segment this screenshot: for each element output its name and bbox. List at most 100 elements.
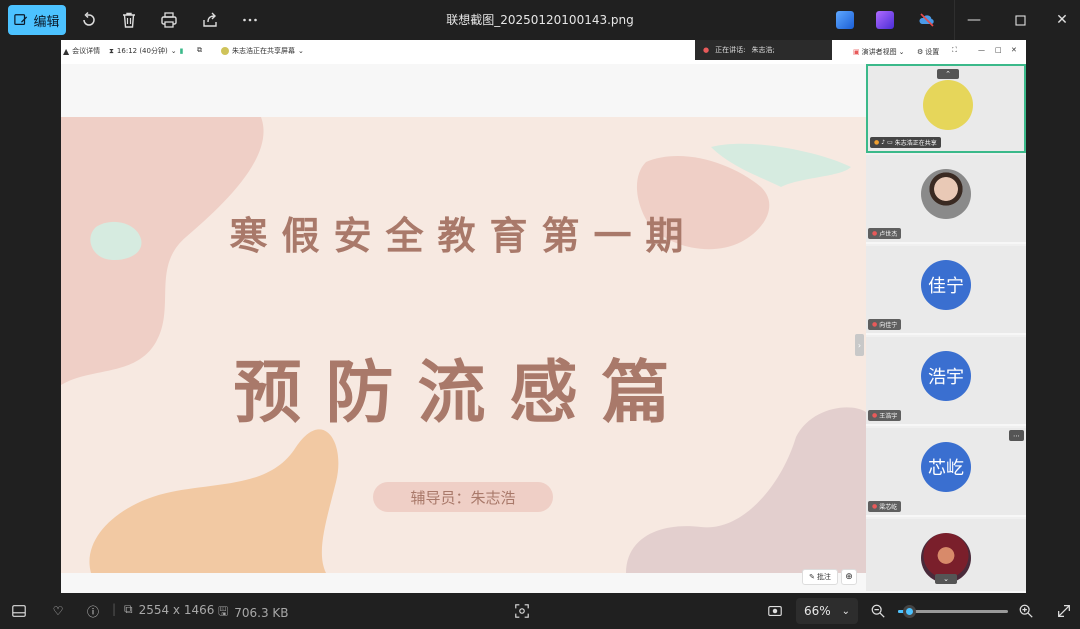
chevron-down-icon: ⌄ (298, 47, 304, 55)
participant-tile[interactable]: ⌃ ● ♪ ▭ 朱志浩正在共享 (866, 64, 1026, 153)
sharing-status[interactable]: 朱志浩正在共享屏幕 ⌄ (221, 46, 304, 56)
fullscreen-expand-icon[interactable] (1054, 601, 1074, 621)
panel-collapse-handle[interactable]: › (855, 334, 864, 356)
screen-share-icon: ▭ (887, 139, 893, 146)
disk-icon: 🖫 (218, 604, 229, 618)
mic-icon: ● (703, 46, 710, 54)
slide-zoom-icon[interactable]: ⊕ (841, 569, 857, 585)
participant-name: 王浩宇 (879, 413, 898, 420)
print-icon[interactable] (158, 9, 180, 31)
actual-size-icon[interactable] (765, 601, 785, 621)
settings-button[interactable]: ⚙ 设置 (917, 47, 939, 57)
zoom-level-text: 66% (804, 604, 831, 618)
zoom-out-icon[interactable] (868, 601, 888, 621)
file-size-text: 706.3 KB (234, 605, 289, 620)
zoom-slider-thumb[interactable] (903, 605, 916, 618)
image-editor-app-icon[interactable] (836, 11, 854, 29)
meeting-details-label: 会议详情 (72, 47, 101, 55)
mic-muted-icon: ● (872, 321, 878, 328)
participant-avatar (923, 80, 973, 130)
meeting-time: 16:12 (40分钟) (116, 47, 168, 55)
status-divider: | (112, 602, 117, 616)
sharing-label: 朱志浩正在共享屏幕 (232, 47, 295, 55)
edit-button[interactable]: 编辑 (8, 5, 66, 35)
filmstrip-icon[interactable] (9, 601, 29, 621)
gear-icon: ⚙ (917, 48, 924, 56)
mic-icon: ♪ (881, 139, 886, 146)
participant-name: 梁芯屹 (879, 504, 898, 511)
edit-image-icon (14, 14, 28, 25)
fullscreen-icon[interactable]: ⛶ (952, 46, 957, 55)
participants-panel: ⌃ ● ♪ ▭ 朱志浩正在共享 ● 卢世杰 佳宁 ● 向佳宁 浩宇 ● 王浩宇 … (866, 64, 1026, 593)
chevron-down-icon: ⌄ (170, 47, 177, 55)
meeting-details[interactable]: ▲ 会议详情 (63, 46, 100, 56)
rotate-icon[interactable] (78, 9, 100, 31)
info-icon[interactable]: ⓘ (83, 601, 103, 621)
dimensions-text: 2554 x 1466 (138, 602, 215, 617)
meeting-timer[interactable]: ⧗ 16:12 (40分钟) ⌄ ▮ (109, 46, 183, 56)
cloud-offline-icon[interactable] (916, 9, 938, 31)
minimize-button[interactable]: — (964, 10, 984, 30)
presenter-view-label: 演讲者视图 (861, 48, 897, 56)
speaking-name: 朱志浩; (751, 46, 775, 54)
speaking-label: 正在讲话: (715, 46, 746, 54)
more-options-icon[interactable] (239, 9, 261, 31)
maximize-button[interactable] (1010, 10, 1030, 30)
video-editor-app-icon[interactable] (876, 11, 894, 29)
scroll-up-icon[interactable]: ⌃ (937, 69, 959, 79)
participant-tile[interactable]: 佳宁 ● 向佳宁 (866, 246, 1026, 335)
participant-tile[interactable]: 浩宇 ● 王浩宇 (866, 337, 1026, 426)
scroll-down-icon[interactable]: ⌄ (935, 574, 957, 584)
settings-label: 设置 (925, 48, 940, 56)
bottom-status-bar: ♡ ⓘ | ⧉ 2554 x 1466 🖫 706.3 KB 66% ⌄ (0, 593, 1080, 629)
delete-icon[interactable] (118, 9, 140, 31)
share-icon[interactable] (199, 9, 221, 31)
more-options-icon[interactable]: ⋯ (1009, 430, 1024, 441)
photo-viewer-window: 编辑 联想截图_20250120100143.png — ✕ ▲ 会议详情 ⧗ … (0, 0, 1080, 629)
participant-name: 朱志浩正在共享 (894, 140, 937, 147)
open-external-icon[interactable]: ⧉ (197, 46, 202, 55)
participant-name-tag: ● 卢世杰 (868, 228, 902, 239)
signal-icon: ▮ (179, 47, 184, 55)
sharer-avatar-icon (221, 47, 229, 55)
presenter-view-icon: ▣ (853, 48, 860, 56)
participant-tile[interactable]: ⌄ (866, 519, 1026, 593)
file-size: 🖫 706.3 KB (218, 602, 289, 623)
chevron-down-icon: ⌄ (841, 605, 850, 617)
favorite-heart-icon[interactable]: ♡ (48, 601, 68, 621)
participant-tile[interactable]: ● 卢世杰 (866, 155, 1026, 244)
meeting-close-button[interactable]: ✕ (1011, 46, 1017, 54)
zoom-in-icon[interactable] (1016, 601, 1036, 621)
toolbar-divider (954, 0, 955, 40)
slide-title-line2: 预防流感篇 (233, 353, 694, 433)
dimensions-icon: ⧉ (124, 602, 133, 616)
meeting-minimize-button[interactable]: — (978, 46, 985, 54)
meeting-maximize-button[interactable]: □ (995, 46, 1002, 54)
meeting-top-bar: ▲ 会议详情 ⧗ 16:12 (40分钟) ⌄ ▮ ⧉ 朱志浩正在共享屏幕 ⌄ … (61, 40, 1026, 64)
shared-screen-area: 寒假安全教育第一期 预防流感篇 辅导员：朱志浩 ✎ 批注 ⊕ › (61, 64, 866, 593)
participant-avatar: 佳宁 (921, 260, 971, 310)
participant-name-tag: ● ♪ ▭ 朱志浩正在共享 (870, 137, 941, 148)
annotate-button[interactable]: ✎ 批注 (802, 569, 838, 585)
close-button[interactable]: ✕ (1052, 10, 1072, 30)
annotate-label: 批注 (816, 573, 831, 581)
presenter-view-button[interactable]: ▣ 演讲者视图 ⌄ (853, 47, 905, 57)
speaking-indicator: ● 正在讲话: 朱志浩; (695, 40, 832, 60)
slide-title-line1: 寒假安全教育第一期 (229, 213, 698, 258)
chevron-down-icon: ⌄ (898, 48, 905, 56)
image-dimensions: ⧉ 2554 x 1466 (124, 602, 214, 617)
mic-muted-icon: ● (872, 230, 878, 237)
pen-icon: ✎ (809, 573, 815, 581)
host-icon: ● (874, 139, 880, 146)
participant-name-tag: ● 梁芯屹 (868, 501, 902, 512)
participant-name: 向佳宁 (879, 322, 898, 329)
participant-name: 卢世杰 (879, 231, 898, 238)
participant-avatar: 芯屹 (921, 442, 971, 492)
visual-search-icon[interactable] (512, 601, 532, 621)
zoom-level-dropdown[interactable]: 66% ⌄ (796, 598, 858, 624)
edit-label: 编辑 (33, 14, 60, 30)
hourglass-icon: ⧗ (109, 46, 114, 55)
maximize-icon (1014, 14, 1026, 26)
meeting-logo-icon: ▲ (63, 46, 70, 56)
participant-tile[interactable]: ⋯ 芯屹 ● 梁芯屹 (866, 428, 1026, 517)
